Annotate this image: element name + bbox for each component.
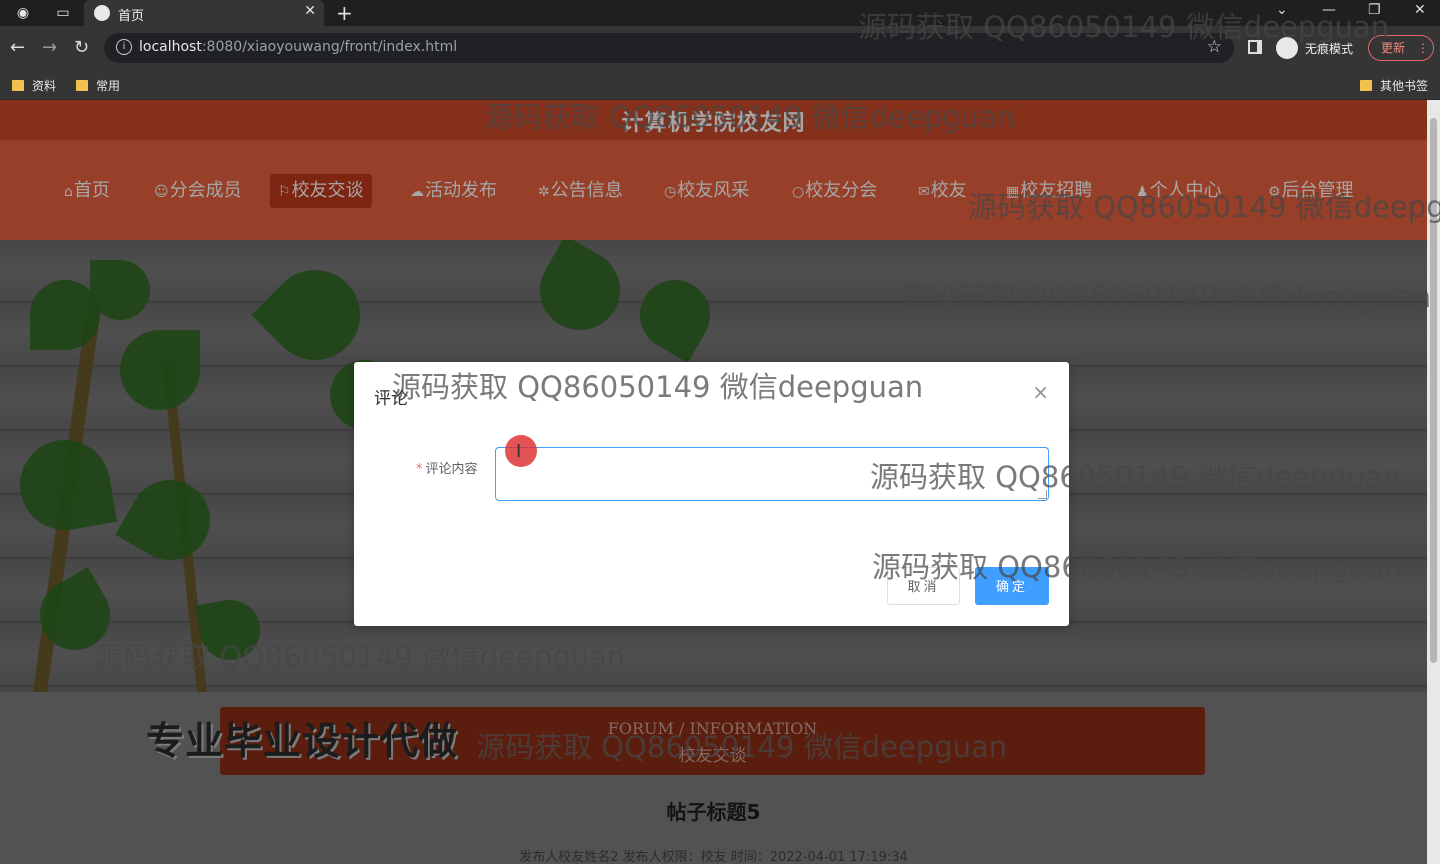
comment-label: * 评论内容	[416, 458, 478, 477]
bookmark-label: 资料	[32, 79, 57, 93]
address-bar[interactable]: i localhost:8080/xiaoyouwang/front/index…	[104, 33, 1234, 63]
web-page: 计算机学院校友网 ⌂首页 ☺分会成员 ⚐校友交谈 ☁活动发布 ✲公告信息 ◷校友风采 ○校友…	[0, 100, 1427, 864]
page-scrollbar[interactable]	[1427, 100, 1440, 864]
update-label: 更新	[1381, 41, 1406, 55]
bookmarks-bar: 资料 常用 其他书签	[0, 70, 1440, 100]
url-host: localhost	[139, 39, 202, 55]
folder-icon	[12, 80, 24, 91]
bookmark-folder-2[interactable]: 常用	[76, 77, 120, 94]
bookmark-folder-1[interactable]: 资料	[12, 77, 56, 94]
incognito-icon	[1276, 37, 1298, 59]
browser-tab-bar: ◉ ▭ 首页 ✕ + ⌄ — ❐ ✕	[0, 0, 1440, 26]
scrollbar-thumb[interactable]	[1430, 118, 1437, 663]
dialog-title: 评论	[374, 389, 408, 409]
dialog-close-icon[interactable]: ×	[1032, 380, 1049, 404]
browser-toolbar: ← → ↻ i localhost:8080/xiaoyouwang/front…	[0, 26, 1440, 70]
tab-overview-icon[interactable]: ▭	[54, 4, 72, 22]
restore-icon[interactable]: ❐	[1368, 2, 1381, 18]
comment-label-text: 评论内容	[425, 462, 478, 477]
browser-tab-active[interactable]: 首页 ✕	[84, 0, 324, 26]
address-url[interactable]: localhost:8080/xiaoyouwang/front/index.h…	[139, 39, 457, 55]
site-info-icon[interactable]: i	[116, 39, 132, 55]
incognito-label[interactable]: 无痕模式	[1305, 40, 1353, 57]
folder-icon	[76, 80, 88, 91]
confirm-button[interactable]: 确定	[975, 567, 1049, 605]
minimize-icon[interactable]: —	[1322, 2, 1336, 18]
forward-icon[interactable]: →	[42, 37, 57, 59]
bookmark-label: 常用	[96, 79, 121, 93]
window-close-icon[interactable]: ✕	[1414, 2, 1426, 18]
tab-favicon-icon	[94, 5, 110, 21]
browser-menu-icon[interactable]: ◉	[14, 4, 32, 22]
other-bookmarks[interactable]: 其他书签	[1360, 77, 1428, 94]
update-button[interactable]: 更新 ⋮	[1368, 35, 1434, 61]
tab-title: 首页	[118, 9, 145, 24]
new-tab-icon[interactable]: +	[336, 1, 353, 25]
bookmark-star-icon[interactable]: ☆	[1207, 37, 1222, 57]
other-bookmarks-label: 其他书签	[1380, 79, 1429, 93]
kebab-menu-icon: ⋮	[1416, 41, 1429, 55]
resize-grip-icon[interactable]	[1038, 490, 1047, 499]
text-cursor-icon: I	[516, 441, 522, 462]
folder-icon	[1360, 80, 1372, 91]
tab-search-icon[interactable]: ⌄	[1276, 2, 1288, 18]
required-mark: *	[416, 462, 423, 477]
url-path: :8080/xiaoyouwang/front/index.html	[201, 39, 458, 55]
tab-close-icon[interactable]: ✕	[304, 3, 316, 19]
reload-icon[interactable]: ↻	[74, 37, 89, 59]
comment-input[interactable]	[495, 447, 1049, 501]
side-panel-icon[interactable]	[1248, 40, 1262, 54]
cancel-button[interactable]: 取消	[887, 567, 960, 605]
comment-dialog: 评论 × * 评论内容 I 取消 确定	[354, 362, 1069, 626]
back-icon[interactable]: ←	[10, 37, 25, 59]
